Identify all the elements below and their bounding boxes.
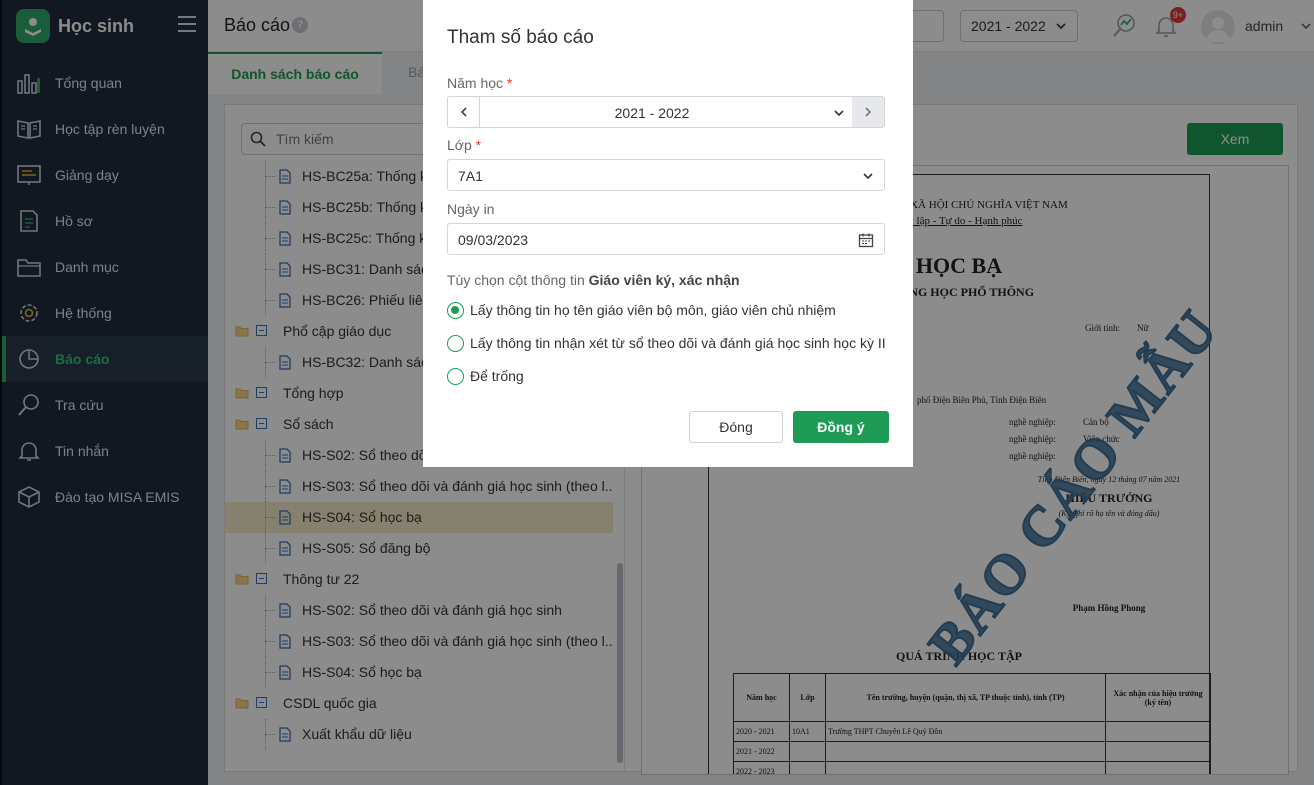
option-leave-blank[interactable]: Để trống — [447, 366, 524, 386]
radio-unselected[interactable] — [447, 334, 464, 352]
year-label: Năm học * — [447, 75, 512, 91]
prev-year-button[interactable] — [448, 97, 480, 127]
print-date-label: Ngày in — [447, 201, 495, 217]
year-field[interactable]: 2021 - 2022 — [447, 96, 885, 128]
option-title-bold: Giáo viên ký, xác nhận — [588, 272, 740, 288]
option-label: Lấy thông tin nhận xét từ sổ theo dõi và… — [470, 335, 886, 351]
year-field-value: 2021 - 2022 — [614, 105, 690, 121]
year-label-text: Năm học — [447, 75, 504, 91]
required-mark: * — [475, 137, 482, 153]
option-label: Để trống — [470, 368, 524, 384]
class-select[interactable]: 7A1 — [447, 159, 885, 191]
class-select-value: 7A1 — [458, 168, 483, 184]
option-title-prefix: Tùy chọn cột thông tin — [447, 272, 585, 288]
option-teacher-names[interactable]: Lấy thông tin họ tên giáo viên bộ môn, g… — [447, 300, 836, 320]
option-title: Tùy chọn cột thông tin Giáo viên ký, xác… — [447, 272, 740, 288]
calendar-icon[interactable] — [858, 232, 874, 248]
report-parameters-dialog: Tham số báo cáo Năm học * 2021 - 2022 Lớ… — [423, 0, 913, 467]
chevron-down-icon — [863, 173, 873, 180]
option-semester-comments[interactable]: Lấy thông tin nhận xét từ sổ theo dõi và… — [447, 333, 886, 353]
print-date-field[interactable]: 09/03/2023 — [447, 223, 885, 255]
chevron-left-icon — [460, 107, 467, 117]
dialog-title: Tham số báo cáo — [447, 27, 594, 48]
chevron-down-icon[interactable] — [833, 107, 845, 119]
next-year-button[interactable] — [852, 97, 884, 127]
required-mark: * — [506, 75, 513, 91]
radio-unselected[interactable] — [447, 367, 464, 385]
class-label: Lớp * — [447, 137, 481, 153]
radio-selected[interactable] — [447, 301, 464, 319]
class-label-text: Lớp — [447, 137, 472, 153]
print-date-value: 09/03/2023 — [458, 232, 529, 248]
confirm-button[interactable]: Đồng ý — [793, 411, 889, 443]
close-button[interactable]: Đóng — [689, 411, 783, 443]
chevron-right-icon — [865, 107, 872, 117]
option-label: Lấy thông tin họ tên giáo viên bộ môn, g… — [470, 302, 836, 318]
